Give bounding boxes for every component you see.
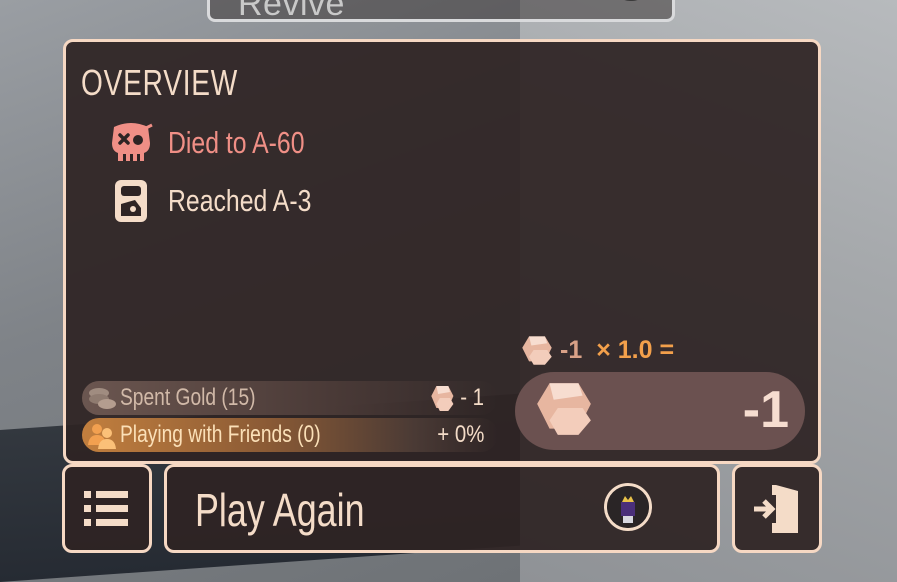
revive-label: Revive	[238, 0, 345, 22]
friends-label: Playing with Friends (0)	[120, 421, 321, 448]
reached-row: Reached A-3	[108, 178, 347, 224]
friends-row: Playing with Friends (0) + 0%	[82, 418, 498, 452]
exit-door-icon	[754, 484, 798, 533]
formula-amount: -1	[560, 335, 583, 364]
formula-multiplier: × 1.0 =	[596, 335, 675, 364]
knob-icon	[537, 383, 591, 435]
menu-button[interactable]	[62, 464, 152, 553]
knob-total: -1	[515, 372, 805, 450]
play-again-label: Play Again	[195, 484, 365, 536]
coins-icon	[86, 382, 118, 414]
friends-value: + 0%	[436, 421, 484, 448]
knob-formula: -1 × 1.0 =	[520, 334, 674, 366]
player-avatar	[604, 483, 652, 531]
skull-icon	[108, 120, 154, 166]
exit-button[interactable]	[732, 464, 822, 553]
knob-icon	[431, 386, 454, 411]
total-value: -1	[742, 381, 789, 439]
spent-gold-value-group: - 1	[430, 384, 484, 412]
friends-icon	[86, 419, 118, 451]
overview-panel: OVERVIEW Died to A-60 Reached A-3 Spent …	[63, 39, 821, 464]
revive-orb-icon	[614, 0, 648, 1]
death-row: Died to A-60	[108, 120, 339, 166]
revive-button[interactable]: Revive	[207, 0, 675, 22]
knob-icon	[522, 336, 552, 365]
death-text: Died to A-60	[168, 125, 305, 160]
reached-text: Reached A-3	[168, 183, 312, 218]
spent-gold-label: Spent Gold (15)	[120, 384, 256, 411]
spent-gold-row: Spent Gold (15) - 1	[82, 381, 498, 415]
door-card-icon	[108, 178, 154, 224]
list-icon	[84, 490, 128, 526]
overview-title: OVERVIEW	[81, 62, 239, 103]
spent-gold-value: - 1	[460, 384, 484, 411]
play-again-button[interactable]: Play Again	[164, 464, 720, 553]
